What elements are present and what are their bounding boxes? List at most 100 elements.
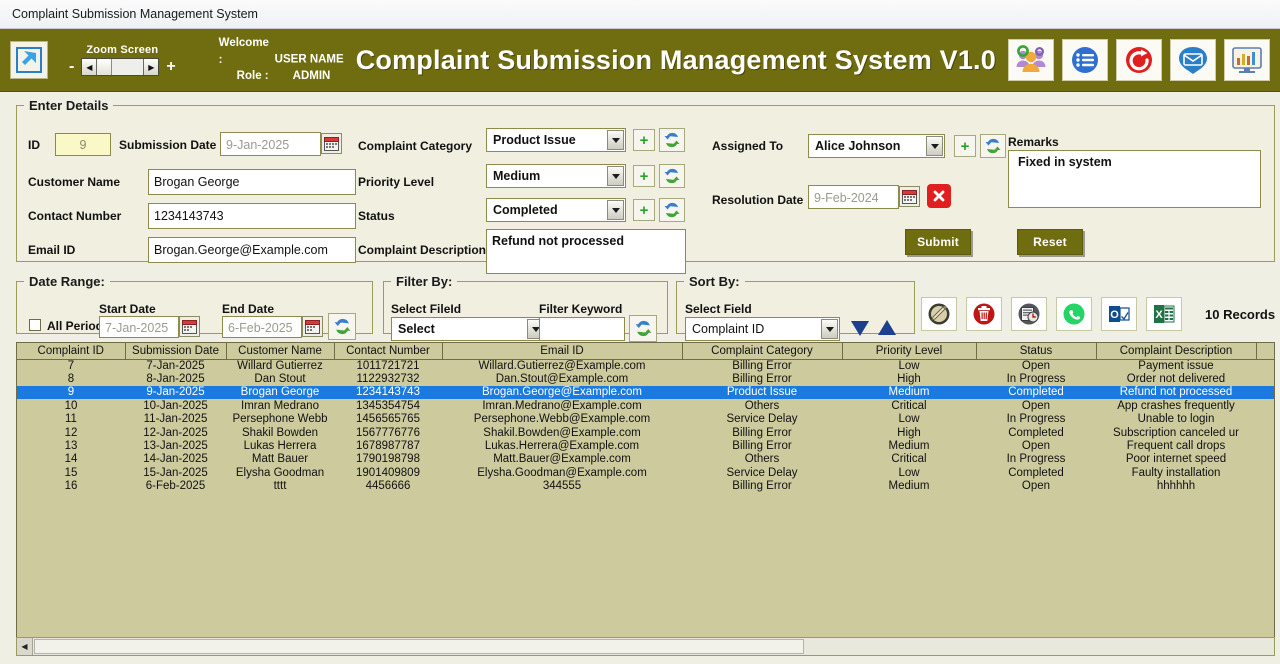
zoom-slider-left-arrow[interactable]: ◀ [82,59,98,75]
filter-field-select[interactable]: Select [391,317,546,341]
filter-keyword-input[interactable] [539,317,625,341]
sort-field-value: Complaint ID [692,322,765,336]
dashboard-chart-icon[interactable] [1224,39,1270,81]
end-date-field[interactable]: 6-Feb-2025 [222,316,302,338]
remarks-field[interactable]: Fixed in system [1008,150,1261,208]
zoom-out-button[interactable]: - [62,59,81,75]
zoom-slider-thumb[interactable] [98,59,113,75]
table-cell: 1901409809 [356,466,420,479]
submission-date-field[interactable]: 9-Jan-2025 [220,132,321,156]
end-date-calendar-icon[interactable] [302,316,323,337]
resolution-date-field[interactable]: 9-Feb-2024 [808,185,899,209]
refresh-date-range-icon[interactable] [328,313,356,340]
table-row[interactable]: 7 7-Jan-2025 Willard Gutierrez 1011721721 Wi… [17,359,1274,373]
table-cell: 7-Jan-2025 [146,359,205,372]
table-cell: 11 [65,413,77,426]
submit-button[interactable]: Submit [905,229,971,255]
id-field[interactable]: 9 [55,133,111,156]
whatsapp-icon[interactable] [1056,297,1092,331]
reset-button[interactable]: Reset [1017,229,1083,255]
column-header[interactable]: Assi [1256,343,1274,360]
table-cell: Poor internet speed [1125,453,1227,466]
table-row[interactable]: 16 6-Feb-2025 tttt 4456666 344555 Billing Err… [17,479,1274,493]
status-select[interactable]: Completed [486,198,626,222]
report-icon[interactable] [1011,297,1047,331]
zoom-slider[interactable]: ◀ ▶ [81,58,160,76]
table-row[interactable]: 8 8-Jan-2025 Dan Stout 1122932732 Dan.Stout@… [17,372,1274,386]
outlook-icon[interactable]: O [1101,297,1137,331]
column-header[interactable]: Complaint Category [682,343,843,360]
start-date-calendar-icon[interactable] [179,316,200,337]
excel-icon[interactable]: X [1146,297,1182,331]
mail-icon[interactable] [1170,39,1216,81]
chevron-down-icon[interactable] [821,319,838,339]
complaint-category-select[interactable]: Product Issue [486,128,626,152]
table-cell: Lukas.Herrera@Example.com [484,440,640,453]
column-header[interactable]: Complaint Description [1096,343,1257,360]
add-category-button[interactable]: + [633,129,655,151]
refresh-filter-icon[interactable] [629,315,657,342]
chevron-down-icon[interactable] [607,166,624,186]
customer-name-field[interactable]: Brogan George [148,169,356,195]
add-priority-button[interactable]: + [633,165,655,187]
resolution-date-calendar-icon[interactable] [899,186,920,207]
table-cell: Willard.Gutierrez@Example.com [478,359,646,372]
add-assignee-button[interactable]: + [954,135,976,157]
table-cell: Alice [1256,372,1274,385]
column-header[interactable]: Submission Date [125,343,227,360]
logout-icon[interactable] [1116,39,1162,81]
priority-level-select[interactable]: Medium [486,164,626,188]
column-header[interactable]: Customer Name [226,343,335,360]
refresh-assignee-icon[interactable] [980,134,1006,158]
window-title: Complaint Submission Management System [12,7,258,21]
refresh-category-icon[interactable] [659,128,685,152]
email-field[interactable]: Brogan.George@Example.com [148,237,356,263]
table-row[interactable]: 12 12-Jan-2025 Shakil Bowden 1567776776 Shak… [17,425,1274,440]
table-cell: 16 [64,480,78,493]
column-header[interactable]: Contact Number [334,343,443,360]
chevron-down-icon[interactable] [607,130,624,150]
table-row[interactable]: 9 9-Jan-2025 Brogan George 1234143743 Brogan… [17,385,1274,400]
user-management-icon[interactable] [1008,39,1054,81]
list-menu-icon[interactable] [1062,39,1108,81]
filter-by-legend: Filter By: [396,274,453,289]
column-header[interactable]: Priority Level [842,343,977,360]
refresh-priority-icon[interactable] [659,164,685,188]
chevron-down-icon[interactable] [607,200,624,220]
column-header[interactable]: Status [976,343,1097,360]
table-row[interactable]: 11 11-Jan-2025 Persephone Webb 1456565765 Pe… [17,412,1274,426]
app-logo[interactable] [10,41,48,79]
table-row[interactable]: 15 15-Jan-2025 Elysha Goodman 1901409809 Ely… [17,466,1274,480]
edit-icon[interactable] [921,297,957,331]
submission-date-calendar-icon[interactable] [321,133,342,154]
column-header[interactable]: Complaint ID [17,343,126,360]
date-range-panel: Date Range: All Period Start Date 7-Jan-… [16,274,373,340]
table-row[interactable]: 13 13-Jan-2025 Lukas Herrera 1678987787 Luka… [17,439,1274,453]
sort-descending-icon[interactable] [849,317,871,344]
zoom-in-button[interactable]: + [159,59,182,75]
contact-number-field[interactable]: 1234143743 [148,203,356,229]
scroll-left-button[interactable]: ◀ [17,638,33,655]
scroll-thumb[interactable] [34,639,804,654]
add-status-button[interactable]: + [633,199,655,221]
complaints-table: Complaint ID Submission Date Customer Name… [17,343,1274,493]
table-cell: Service Delay [726,466,798,479]
table-row[interactable]: 14 14-Jan-2025 Matt Bauer 1790198798 Matt.Ba… [17,452,1274,467]
clear-resolution-date-button[interactable] [927,184,951,208]
table-cell: 344555 [542,480,582,493]
zoom-screen-control[interactable]: Zoom Screen - ◀ ▶ + [62,44,183,76]
assigned-to-select[interactable]: Alice Johnson [808,134,945,158]
table-row[interactable]: 10 10-Jan-2025 Imran Medrano 1345354754 Imra… [17,399,1274,413]
zoom-slider-right-arrow[interactable]: ▶ [143,59,159,75]
all-period-checkbox[interactable] [29,319,41,331]
complaint-description-field[interactable]: Refund not processed [486,229,686,274]
delete-icon[interactable] [966,297,1002,331]
sort-ascending-icon[interactable] [876,317,898,344]
start-date-field[interactable]: 7-Jan-2025 [99,316,179,338]
grid-horizontal-scrollbar[interactable]: ◀ [16,637,1275,656]
complaints-grid[interactable]: Complaint ID Submission Date Customer Name… [16,342,1275,646]
chevron-down-icon[interactable] [926,136,943,156]
sort-field-select[interactable]: Complaint ID [685,317,840,341]
refresh-status-icon[interactable] [659,198,685,222]
column-header[interactable]: Email ID [442,343,683,360]
